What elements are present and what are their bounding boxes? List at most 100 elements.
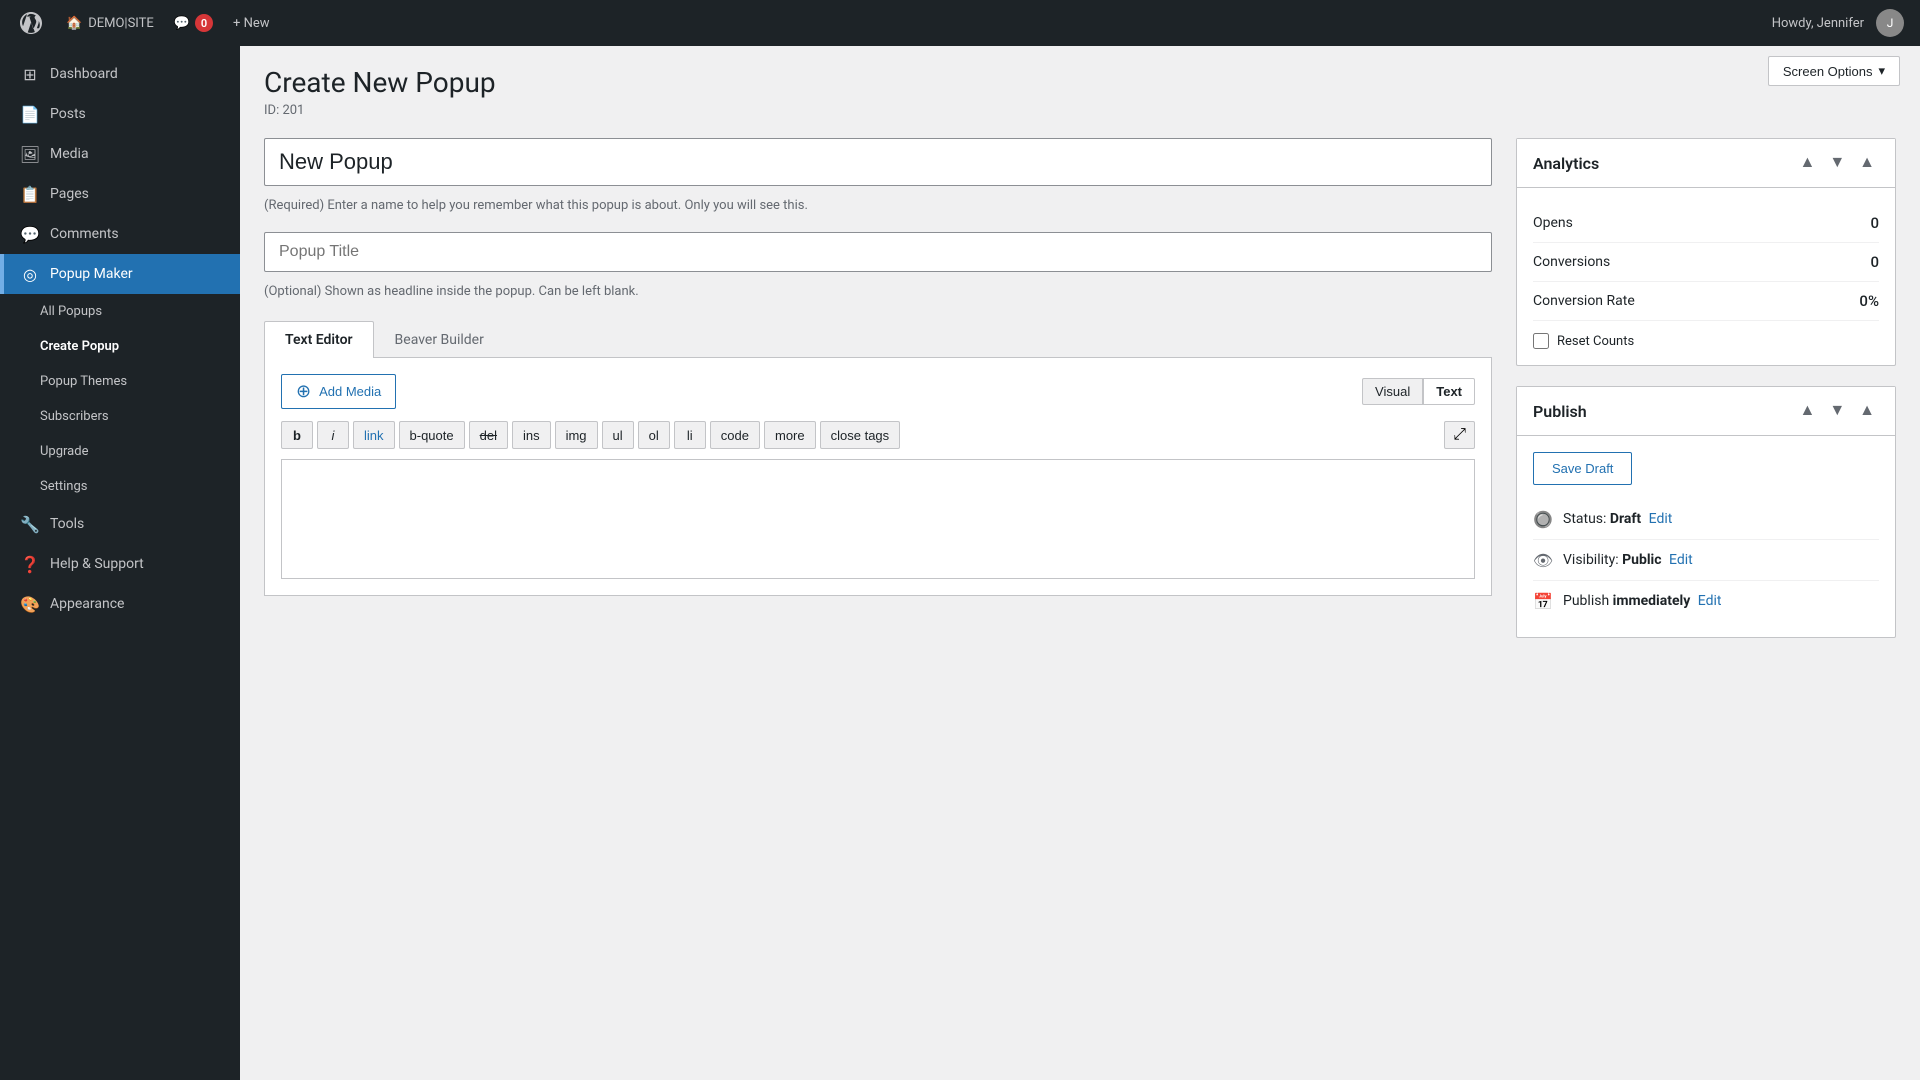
format-ol-button[interactable]: ol <box>638 421 670 449</box>
admin-bar-right: Howdy, Jennifer J <box>1772 9 1904 37</box>
text-button[interactable]: Text <box>1423 378 1475 405</box>
ins-label: ins <box>523 428 540 443</box>
publish-time-edit-link[interactable]: Edit <box>1698 593 1722 609</box>
visibility-edit-link[interactable]: Edit <box>1669 552 1693 568</box>
format-ul-button[interactable]: ul <box>602 421 634 449</box>
comments-icon: 💬 <box>174 16 190 31</box>
sidebar-item-label: Tools <box>50 516 84 532</box>
link-label: link <box>364 428 384 443</box>
format-close-tags-button[interactable]: close tags <box>820 421 901 449</box>
sidebar-item-pages[interactable]: 📋 Pages <box>0 174 240 214</box>
publish-visibility-row: 👁 Visibility: Public Edit <box>1533 540 1879 581</box>
wp-logo-icon[interactable] <box>16 8 46 38</box>
sidebar-item-create-popup[interactable]: Create Popup <box>0 329 240 364</box>
sidebar-item-dashboard[interactable]: ⊞ Dashboard <box>0 54 240 94</box>
add-media-button[interactable]: ⊕ Add Media <box>281 374 396 409</box>
format-del-button[interactable]: del <box>469 421 508 449</box>
main-layout: ⊞ Dashboard 📄 Posts 🖼 Media 📋 Pages 💬 Co… <box>0 46 1920 1080</box>
publish-status-text: Status: Draft Edit <box>1563 511 1879 527</box>
format-link-button[interactable]: link <box>353 421 395 449</box>
publish-time-value: immediately <box>1613 593 1691 609</box>
page-id: ID: 201 <box>264 103 1896 118</box>
format-li-button[interactable]: li <box>674 421 706 449</box>
analytics-conversion-rate-label: Conversion Rate <box>1533 293 1635 309</box>
popup-title-input[interactable] <box>264 232 1492 272</box>
publish-panel: Publish ▲ ▼ ▲ Save Draft 🔘 <box>1516 386 1896 638</box>
add-media-label: Add Media <box>319 384 381 399</box>
visual-button[interactable]: Visual <box>1362 378 1423 405</box>
screen-options-button[interactable]: Screen Options ▾ <box>1768 56 1900 86</box>
comments-sidebar-icon: 💬 <box>20 224 40 244</box>
tab-text-editor[interactable]: Text Editor <box>264 321 374 358</box>
sidebar-item-label: Appearance <box>50 596 124 612</box>
bold-label: b <box>293 428 301 443</box>
close-tags-label: close tags <box>831 428 890 443</box>
content-area: Screen Options ▾ Create New Popup ID: 20… <box>240 46 1920 1080</box>
analytics-conversion-rate-row: Conversion Rate 0% <box>1533 282 1879 321</box>
publish-collapse-down-button[interactable]: ▼ <box>1825 401 1849 421</box>
analytics-collapse-down-button[interactable]: ▼ <box>1825 153 1849 173</box>
format-bold-button[interactable]: b <box>281 421 313 449</box>
save-draft-button[interactable]: Save Draft <box>1533 452 1632 485</box>
analytics-conversions-value: 0 <box>1870 253 1879 271</box>
publish-time-row: 📅 Publish immediately Edit <box>1533 581 1879 621</box>
pages-icon: 📋 <box>20 184 40 204</box>
publish-time-label: Publish <box>1563 593 1609 609</box>
site-name-link[interactable]: 🏠 DEMO|SITE <box>66 16 154 31</box>
format-more-button[interactable]: more <box>764 421 816 449</box>
publish-visibility-text: Visibility: Public Edit <box>1563 552 1879 568</box>
popup-title-hint: (Optional) Shown as headline inside the … <box>264 282 1492 302</box>
publish-time-icon: 📅 <box>1533 591 1553 611</box>
expand-editor-button[interactable]: ⤢ <box>1444 421 1475 449</box>
format-code-button[interactable]: code <box>710 421 760 449</box>
screen-options-label: Screen Options <box>1783 64 1873 79</box>
more-label: more <box>775 428 805 443</box>
publish-close-button[interactable]: ▲ <box>1855 401 1879 421</box>
page-title: Create New Popup <box>264 66 1896 99</box>
format-img-button[interactable]: img <box>555 421 598 449</box>
comments-count: 0 <box>195 14 213 32</box>
sidebar-item-subscribers[interactable]: Subscribers <box>0 399 240 434</box>
sidebar-item-upgrade[interactable]: Upgrade <box>0 434 240 469</box>
sidebar-item-popup-themes[interactable]: Popup Themes <box>0 364 240 399</box>
sidebar-item-posts[interactable]: 📄 Posts <box>0 94 240 134</box>
sidebar-item-all-popups[interactable]: All Popups <box>0 294 240 329</box>
analytics-panel-body: Opens 0 Conversions 0 Conversion Rate 0% <box>1517 188 1895 365</box>
tab-beaver-builder[interactable]: Beaver Builder <box>374 321 505 358</box>
publish-panel-header: Publish ▲ ▼ ▲ <box>1517 387 1895 436</box>
home-icon: 🏠 <box>66 16 82 31</box>
publish-status-row: 🔘 Status: Draft Edit <box>1533 499 1879 540</box>
sidebar-item-appearance[interactable]: 🎨 Appearance <box>0 584 240 624</box>
sidebar-item-tools[interactable]: 🔧 Tools <box>0 504 240 544</box>
reset-counts-checkbox[interactable] <box>1533 333 1549 349</box>
li-label: li <box>687 428 693 443</box>
expand-icon: ⤢ <box>1453 426 1466 443</box>
popup-name-hint: (Required) Enter a name to help you reme… <box>264 196 1492 216</box>
publish-panel-controls: ▲ ▼ ▲ <box>1795 401 1879 421</box>
form-main: (Required) Enter a name to help you reme… <box>264 138 1492 658</box>
visibility-label: Visibility: <box>1563 552 1619 568</box>
status-edit-link[interactable]: Edit <box>1649 511 1673 527</box>
sidebar-item-media[interactable]: 🖼 Media <box>0 134 240 174</box>
format-italic-button[interactable]: i <box>317 421 349 449</box>
format-ins-button[interactable]: ins <box>512 421 551 449</box>
publish-collapse-up-button[interactable]: ▲ <box>1795 401 1819 421</box>
new-link[interactable]: + New <box>233 16 270 31</box>
sidebar-item-settings[interactable]: Settings <box>0 469 240 504</box>
sidebar-item-comments[interactable]: 💬 Comments <box>0 214 240 254</box>
user-avatar[interactable]: J <box>1876 9 1904 37</box>
sidebar-item-label: Subscribers <box>40 409 109 424</box>
sidebar-item-help-support[interactable]: ❓ Help & Support <box>0 544 240 584</box>
del-label: del <box>480 428 497 443</box>
format-bquote-button[interactable]: b-quote <box>399 421 465 449</box>
analytics-close-button[interactable]: ▲ <box>1855 153 1879 173</box>
editor-body[interactable] <box>281 459 1475 579</box>
popup-name-input[interactable] <box>264 138 1492 186</box>
bquote-label: b-quote <box>410 428 454 443</box>
analytics-collapse-up-button[interactable]: ▲ <box>1795 153 1819 173</box>
editor-area: ⊕ Add Media Visual Text <box>264 358 1492 596</box>
comments-link[interactable]: 💬 0 <box>174 14 213 32</box>
sidebar-item-popup-maker[interactable]: ◎ Popup Maker <box>0 254 240 294</box>
sidebar: ⊞ Dashboard 📄 Posts 🖼 Media 📋 Pages 💬 Co… <box>0 46 240 1080</box>
form-section: (Required) Enter a name to help you reme… <box>264 138 1896 658</box>
